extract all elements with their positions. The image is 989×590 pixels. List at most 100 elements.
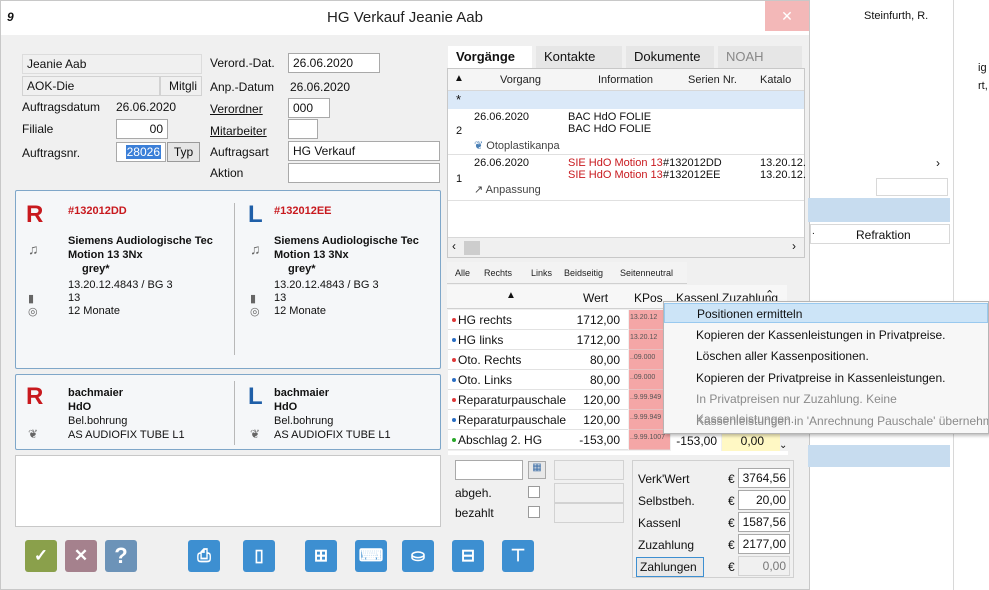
new-row[interactable] [448, 91, 804, 109]
scrollbar-thumb[interactable] [464, 241, 480, 255]
table-row[interactable]: Reparaturpauschale 120,00 [448, 410, 628, 430]
table-row[interactable]: HG links 1712,00 [448, 330, 628, 350]
print-button[interactable]: ⎙ [188, 540, 220, 572]
right-warranty: 12 Monate [68, 305, 120, 317]
table-row[interactable]: Oto. Links 80,00 [448, 370, 628, 390]
left-serial: #132012EE [274, 205, 332, 217]
print-icon: ⎙ [197, 546, 211, 565]
tab-beidseitig[interactable]: Beidseitig [564, 268, 603, 278]
tab-rechts[interactable]: Rechts [484, 268, 512, 278]
auftragsart-input[interactable]: HG Verkauf [288, 141, 440, 161]
shop-button[interactable]: ⛀ [402, 540, 434, 572]
chevron-down-icon[interactable]: ⌄ [779, 440, 787, 451]
col-wert[interactable]: Wert [583, 291, 608, 305]
right-ear-marker: R [26, 201, 44, 228]
menu-item-positionen-ermitteln[interactable]: Positionen ermitteln [664, 303, 988, 323]
tab-kontakte[interactable]: Kontakte [536, 46, 622, 68]
col-information[interactable]: Information [598, 74, 653, 86]
add-position-button[interactable]: ⊞ [305, 540, 337, 572]
scroll-left-icon[interactable]: ‹ [452, 239, 456, 253]
menu-item-anrechnung-pauschale[interactable]: Kassenleistungen in 'Anrechnung Pauschal… [664, 411, 988, 431]
ok-button[interactable]: ✓ [25, 540, 57, 572]
row-subtype-label: Otoplastikanpa [486, 140, 560, 152]
auftragsnr-input[interactable]: 28026 [116, 142, 166, 162]
zuzahlung-cell[interactable]: 0,00 [722, 431, 780, 451]
table-row[interactable]: Reparaturpauschale 120,00 [448, 390, 628, 410]
mitarbeiter-input[interactable] [288, 119, 318, 139]
tab-seitenneutral[interactable]: Seitenneutral [620, 268, 673, 278]
close-icon: ✕ [73, 546, 89, 565]
delete-button[interactable]: ▯ [243, 540, 275, 572]
menu-item-delete-kassenpositionen[interactable]: Löschen aller Kassenpositionen. [664, 346, 988, 366]
zuzahlung-value: 2177,00 [738, 534, 790, 554]
abgeh-checkbox[interactable] [528, 486, 540, 498]
zahlungen-button[interactable]: Zahlungen [636, 557, 704, 577]
row-number: 2 [456, 125, 463, 137]
ear-document-icon: ⊟ [460, 546, 476, 565]
background-window: Steinfurth, R. ig rt, [808, 0, 989, 590]
left-ear-marker: L [248, 201, 263, 228]
typ-button[interactable]: Typ [167, 142, 200, 162]
table-row[interactable]: HG rechts 1712,00 [448, 310, 628, 330]
right-serial: #132012DD [68, 205, 127, 217]
zuzahlung-label: Zuzahlung [638, 538, 695, 552]
tab-alle[interactable]: Alle [455, 268, 470, 278]
right-oto-tube: AS AUDIOFIX TUBE L1 [68, 429, 185, 441]
position-name: Abschlag 2. HG [458, 433, 543, 447]
position-name: Oto. Rechts [458, 353, 522, 367]
tab-links[interactable]: Links [531, 268, 552, 278]
row-info: SIE HdO Motion 13 [568, 169, 663, 181]
payment-readonly-field [554, 460, 624, 480]
col-kpos[interactable]: KPos [634, 291, 663, 305]
side-dot [452, 378, 456, 382]
tab-noah[interactable]: NOAH [718, 46, 802, 68]
selbstbeh-value[interactable]: 20,00 [738, 490, 790, 510]
side-dot [452, 438, 456, 442]
horizontal-scrollbar[interactable] [448, 237, 804, 257]
menu-item-only-zuzahlung[interactable]: In Privatpreisen nur Zuzahlung. Keine Ka… [664, 389, 988, 426]
notes-textarea[interactable] [15, 455, 441, 527]
col-vorgang[interactable]: Vorgang [500, 74, 541, 86]
title-bar[interactable]: 9 HG Verkauf Jeanie Aab ✕ [1, 1, 809, 35]
side-dot [452, 398, 456, 402]
filiale-input[interactable]: 00 [116, 119, 168, 139]
menu-item-copy-privat-to-kassen[interactable]: Kopieren der Privatpreise in Kassenleist… [664, 368, 988, 388]
insurance-field: AOK-Die [22, 76, 160, 96]
kassenl-cell[interactable]: -153,00 [671, 431, 721, 451]
tab-vorgaenge[interactable]: Vorgänge [448, 46, 532, 68]
side-dot [452, 418, 456, 422]
ear-mold-icon: ❦ [28, 427, 39, 441]
cancel-button[interactable]: ✕ [65, 540, 97, 572]
payment-input[interactable] [455, 460, 523, 480]
aktion-input[interactable] [288, 163, 440, 183]
verordner-input[interactable]: 000 [288, 98, 330, 118]
keyboard-icon: ⌨ [358, 546, 384, 565]
vorgaenge-grid[interactable]: ▲ Vorgang Information Serien Nr. Katalo … [447, 68, 806, 258]
export-button[interactable]: ⊤ [502, 540, 534, 572]
basket-icon: ⛀ [410, 546, 426, 565]
keyboard-button[interactable]: ⌨ [355, 540, 387, 572]
bezahlt-checkbox[interactable] [528, 506, 540, 518]
help-button[interactable]: ? [105, 540, 137, 572]
scroll-up-icon[interactable]: ⌃ [765, 288, 774, 301]
calculator-icon[interactable]: ▦ [528, 461, 546, 479]
verord-dat-input[interactable]: 26.06.2020 [288, 53, 380, 73]
column-separator: . [812, 226, 815, 237]
scroll-right-icon[interactable]: › [936, 156, 940, 170]
scroll-right-icon[interactable]: › [792, 239, 796, 253]
table-row[interactable]: Oto. Rechts 80,00 [448, 350, 628, 370]
currency-symbol: € [728, 516, 735, 530]
col-serien-nr[interactable]: Serien Nr. [688, 74, 737, 86]
sort-up-icon[interactable]: ▲ [454, 73, 464, 84]
menu-item-copy-kassen-to-privat[interactable]: Kopieren der Kassenleistungen in Privatp… [664, 325, 988, 345]
col-katalog[interactable]: Katalo [760, 74, 791, 86]
hearing-aid-button[interactable]: ⊟ [452, 540, 484, 572]
otoplastic-panel[interactable]: R bachmaier HdO Bel.bohrung ❦ AS AUDIOFI… [15, 374, 441, 450]
table-row[interactable]: Abschlag 2. HG -153,00 [448, 430, 628, 450]
position-value: 1712,00 [576, 313, 620, 327]
devices-panel[interactable]: R #132012DD ♫ Siemens Audiologische Tec … [15, 190, 441, 369]
fitting-icon: ↗ [474, 184, 486, 196]
tab-dokumente[interactable]: Dokumente [626, 46, 714, 68]
close-button[interactable]: ✕ [765, 1, 809, 31]
sort-up-icon[interactable]: ▲ [506, 290, 516, 301]
